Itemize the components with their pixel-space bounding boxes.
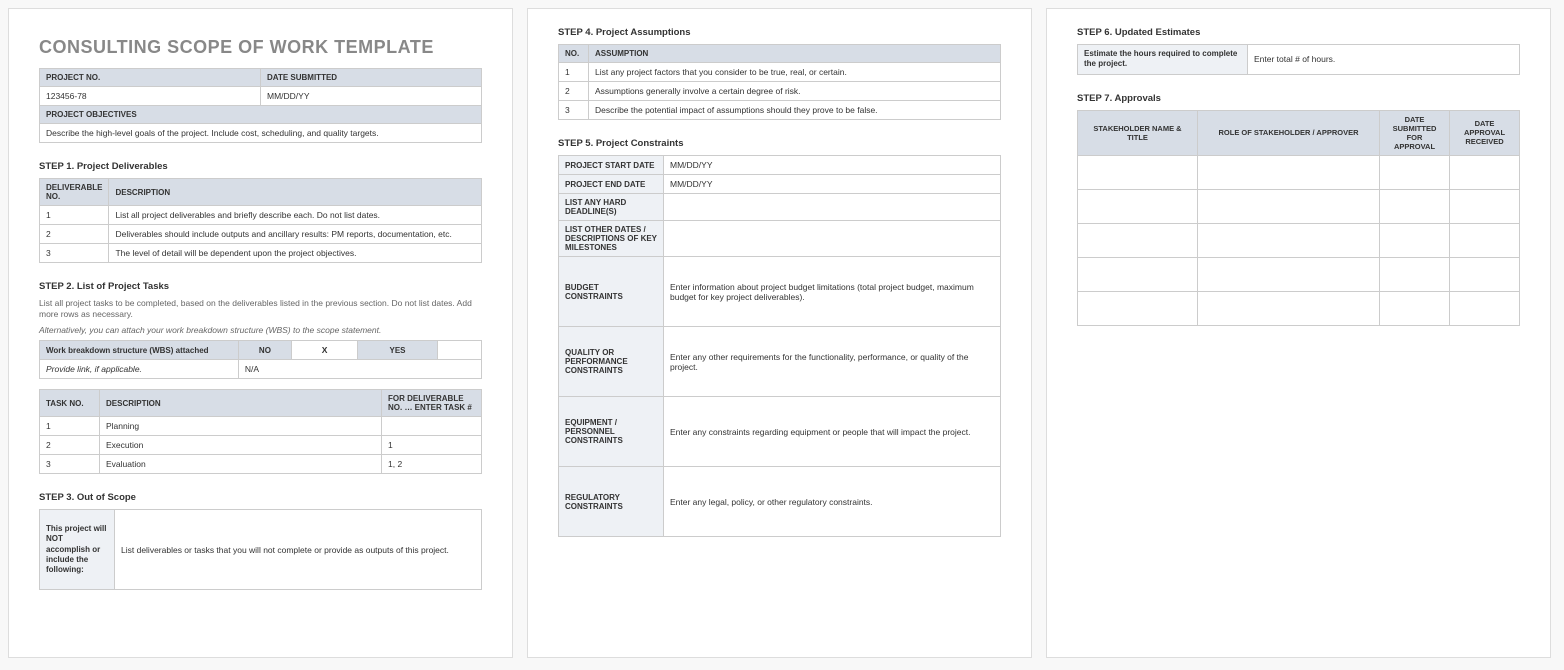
task-desc-header: DESCRIPTION bbox=[100, 390, 382, 417]
table-row: 3Describe the potential impact of assump… bbox=[559, 101, 1001, 120]
document-page-2: STEP 4. Project Assumptions NO. ASSUMPTI… bbox=[527, 8, 1032, 658]
project-no-value: 123456-78 bbox=[40, 87, 261, 106]
tasks-table: TASK NO. DESCRIPTION FOR DELIVERABLE NO.… bbox=[39, 389, 482, 474]
document-title: CONSULTING SCOPE OF WORK TEMPLATE bbox=[39, 37, 482, 58]
step7-title: STEP 7. Approvals bbox=[1077, 93, 1520, 104]
constraint-end-date-value: MM/DD/YY bbox=[664, 175, 1001, 194]
task-deliverable-header: FOR DELIVERABLE NO. … ENTER TASK # bbox=[382, 390, 482, 417]
wbs-no-label: NO bbox=[238, 341, 291, 360]
wbs-table: Work breakdown structure (WBS) attached … bbox=[39, 340, 482, 379]
step2-subtext2: Alternatively, you can attach your work … bbox=[39, 325, 482, 336]
out-of-scope-value: List deliverables or tasks that you will… bbox=[115, 510, 482, 590]
approvals-col-role: ROLE OF STAKEHOLDER / APPROVER bbox=[1198, 110, 1380, 155]
approvals-col-date-received: DATE APPROVAL RECEIVED bbox=[1450, 110, 1520, 155]
constraints-table: PROJECT START DATEMM/DD/YY PROJECT END D… bbox=[558, 155, 1001, 537]
constraint-regulatory-label: REGULATORY CONSTRAINTS bbox=[559, 467, 664, 537]
constraint-budget-label: BUDGET CONSTRAINTS bbox=[559, 257, 664, 327]
constraint-end-date-label: PROJECT END DATE bbox=[559, 175, 664, 194]
table-row: 2Execution1 bbox=[40, 436, 482, 455]
table-row bbox=[1078, 223, 1520, 257]
estimate-label: Estimate the hours required to complete … bbox=[1078, 45, 1248, 75]
date-submitted-value: MM/DD/YY bbox=[261, 87, 482, 106]
constraint-start-date-label: PROJECT START DATE bbox=[559, 156, 664, 175]
wbs-link-label: Provide link, if applicable. bbox=[40, 360, 239, 379]
step6-title: STEP 6. Updated Estimates bbox=[1077, 27, 1520, 38]
constraint-milestones-value bbox=[664, 221, 1001, 257]
constraint-quality-value: Enter any other requirements for the fun… bbox=[664, 327, 1001, 397]
deliverables-table: DELIVERABLE NO. DESCRIPTION 1List all pr… bbox=[39, 178, 482, 263]
wbs-link-value: N/A bbox=[238, 360, 481, 379]
assumption-header: ASSUMPTION bbox=[589, 45, 1001, 63]
estimate-value: Enter total # of hours. bbox=[1248, 45, 1520, 75]
deliverable-desc-header: DESCRIPTION bbox=[109, 179, 482, 206]
project-no-header: PROJECT NO. bbox=[40, 69, 261, 87]
task-no-header: TASK NO. bbox=[40, 390, 100, 417]
approvals-col-stakeholder: STAKEHOLDER NAME & TITLE bbox=[1078, 110, 1198, 155]
document-page-3: STEP 6. Updated Estimates Estimate the h… bbox=[1046, 8, 1551, 658]
constraint-start-date-value: MM/DD/YY bbox=[664, 156, 1001, 175]
assumption-no-header: NO. bbox=[559, 45, 589, 63]
table-row: 3The level of detail will be dependent u… bbox=[40, 244, 482, 263]
constraint-budget-value: Enter information about project budget l… bbox=[664, 257, 1001, 327]
constraint-equipment-value: Enter any constraints regarding equipmen… bbox=[664, 397, 1001, 467]
table-row: 1List all project deliverables and brief… bbox=[40, 206, 482, 225]
table-row: 2Deliverables should include outputs and… bbox=[40, 225, 482, 244]
wbs-yes-mark bbox=[437, 341, 481, 360]
out-of-scope-label: This project will NOT accomplish or incl… bbox=[40, 510, 115, 590]
deliverable-no-header: DELIVERABLE NO. bbox=[40, 179, 109, 206]
document-page-1: CONSULTING SCOPE OF WORK TEMPLATE PROJEC… bbox=[8, 8, 513, 658]
project-objectives-header: PROJECT OBJECTIVES bbox=[40, 106, 482, 124]
table-row: 1List any project factors that you consi… bbox=[559, 63, 1001, 82]
constraint-deadlines-label: LIST ANY HARD DEADLINE(S) bbox=[559, 194, 664, 221]
step5-title: STEP 5. Project Constraints bbox=[558, 138, 1001, 149]
step2-title: STEP 2. List of Project Tasks bbox=[39, 281, 482, 292]
step3-title: STEP 3. Out of Scope bbox=[39, 492, 482, 503]
wbs-label: Work breakdown structure (WBS) attached bbox=[40, 341, 239, 360]
constraint-quality-label: QUALITY OR PERFORMANCE CONSTRAINTS bbox=[559, 327, 664, 397]
date-submitted-header: DATE SUBMITTED bbox=[261, 69, 482, 87]
step1-title: STEP 1. Project Deliverables bbox=[39, 161, 482, 172]
table-row bbox=[1078, 155, 1520, 189]
step2-subtext1: List all project tasks to be completed, … bbox=[39, 298, 482, 321]
assumptions-table: NO. ASSUMPTION 1List any project factors… bbox=[558, 44, 1001, 120]
project-info-table: PROJECT NO. DATE SUBMITTED 123456-78 MM/… bbox=[39, 68, 482, 143]
out-of-scope-table: This project will NOT accomplish or incl… bbox=[39, 509, 482, 590]
approvals-table: STAKEHOLDER NAME & TITLE ROLE OF STAKEHO… bbox=[1077, 110, 1520, 326]
approvals-col-date-submitted: DATE SUBMITTED FOR APPROVAL bbox=[1380, 110, 1450, 155]
constraint-milestones-label: LIST OTHER DATES / DESCRIPTIONS OF KEY M… bbox=[559, 221, 664, 257]
project-objectives-value: Describe the high-level goals of the pro… bbox=[40, 124, 482, 143]
table-row bbox=[1078, 291, 1520, 325]
constraint-equipment-label: EQUIPMENT / PERSONNEL CONSTRAINTS bbox=[559, 397, 664, 467]
step4-title: STEP 4. Project Assumptions bbox=[558, 27, 1001, 38]
table-row bbox=[1078, 189, 1520, 223]
table-row bbox=[1078, 257, 1520, 291]
table-row: 3Evaluation1, 2 bbox=[40, 455, 482, 474]
table-row: 2Assumptions generally involve a certain… bbox=[559, 82, 1001, 101]
constraint-deadlines-value bbox=[664, 194, 1001, 221]
wbs-no-mark: X bbox=[291, 341, 357, 360]
estimate-table: Estimate the hours required to complete … bbox=[1077, 44, 1520, 75]
constraint-regulatory-value: Enter any legal, policy, or other regula… bbox=[664, 467, 1001, 537]
wbs-yes-label: YES bbox=[358, 341, 438, 360]
table-row: 1Planning bbox=[40, 417, 482, 436]
